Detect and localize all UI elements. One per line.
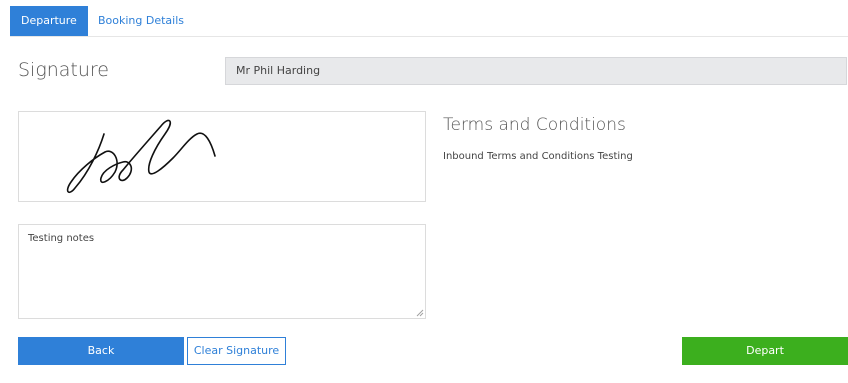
tab-bar: Departure Booking Details xyxy=(10,6,848,37)
clear-signature-button[interactable]: Clear Signature xyxy=(187,337,286,365)
resize-grip-icon[interactable] xyxy=(416,309,424,317)
departure-page: Departure Booking Details Signature Mr P… xyxy=(0,0,848,383)
terms-text: Inbound Terms and Conditions Testing xyxy=(443,151,633,162)
depart-button[interactable]: Depart xyxy=(682,337,848,365)
signature-drawing xyxy=(66,119,216,194)
terms-heading: Terms and Conditions xyxy=(443,115,626,135)
signature-heading: Signature xyxy=(18,59,110,81)
tab-booking-details[interactable]: Booking Details xyxy=(87,6,195,36)
notes-textarea[interactable] xyxy=(18,224,426,319)
back-button[interactable]: Back xyxy=(18,337,184,365)
tab-departure[interactable]: Departure xyxy=(10,6,88,36)
signer-name-field: Mr Phil Harding xyxy=(225,57,847,85)
signature-pad[interactable] xyxy=(18,111,426,202)
